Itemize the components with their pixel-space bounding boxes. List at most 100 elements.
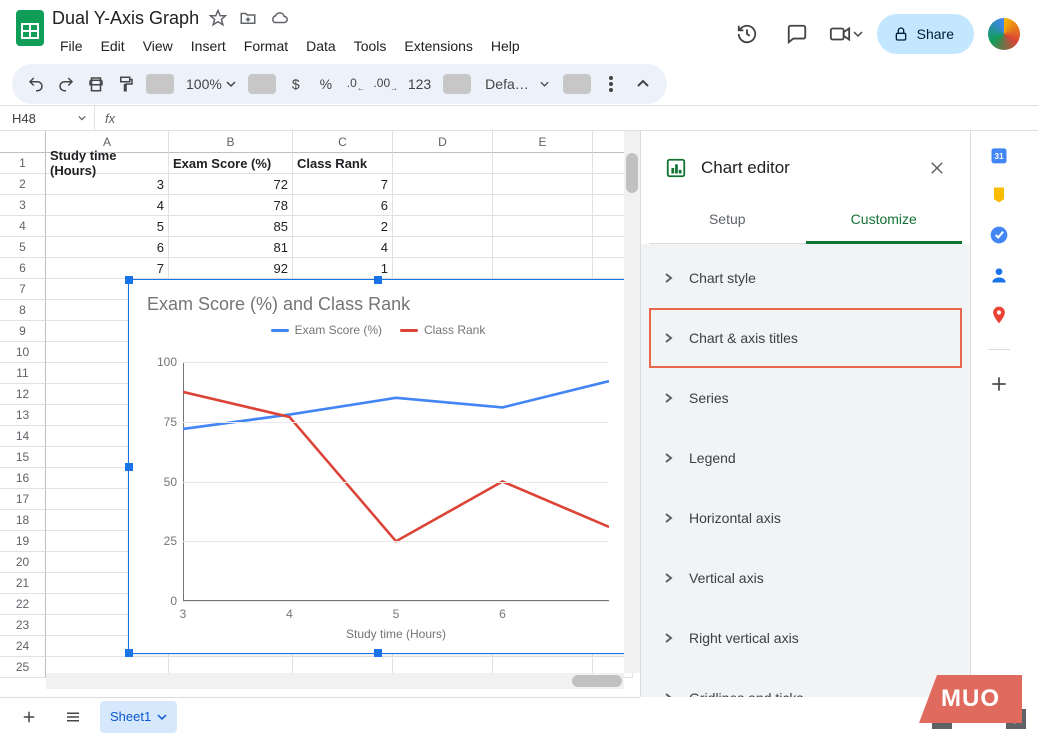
- more-formats-button[interactable]: 123: [402, 70, 437, 98]
- contacts-icon[interactable]: [989, 265, 1009, 285]
- customize-section[interactable]: Legend: [649, 428, 962, 488]
- row-header[interactable]: 25: [0, 657, 46, 678]
- vertical-scrollbar[interactable]: [624, 131, 640, 673]
- row-header[interactable]: 7: [0, 279, 46, 300]
- cell[interactable]: [393, 258, 493, 279]
- add-sheet-button[interactable]: [12, 700, 46, 734]
- cell[interactable]: 6: [293, 195, 393, 216]
- horizontal-scrollbar[interactable]: [46, 673, 624, 689]
- cell[interactable]: 7: [46, 258, 169, 279]
- cell[interactable]: 2: [293, 216, 393, 237]
- meet-icon[interactable]: [829, 16, 863, 52]
- row-header[interactable]: 19: [0, 531, 46, 552]
- name-box[interactable]: H48: [0, 106, 95, 130]
- cell[interactable]: [493, 174, 593, 195]
- row-header[interactable]: 2: [0, 174, 46, 195]
- cell[interactable]: 81: [169, 237, 293, 258]
- resize-handle[interactable]: [374, 649, 382, 657]
- row-header[interactable]: 1: [0, 153, 46, 174]
- cell[interactable]: [493, 216, 593, 237]
- resize-handle[interactable]: [125, 463, 133, 471]
- share-button[interactable]: Share: [877, 14, 974, 54]
- calendar-icon[interactable]: 31: [989, 145, 1009, 165]
- print-button[interactable]: [82, 70, 110, 98]
- star-icon[interactable]: [209, 9, 227, 27]
- customize-section[interactable]: Horizontal axis: [649, 488, 962, 548]
- embedded-chart[interactable]: Exam Score (%) and Class Rank Exam Score…: [128, 279, 628, 654]
- row-header[interactable]: 5: [0, 237, 46, 258]
- doc-title[interactable]: Dual Y-Axis Graph: [52, 8, 199, 29]
- cell[interactable]: 3: [46, 174, 169, 195]
- menu-file[interactable]: File: [52, 34, 91, 58]
- move-icon[interactable]: [239, 9, 257, 27]
- customize-section[interactable]: Chart style: [649, 248, 962, 308]
- tasks-icon[interactable]: [989, 225, 1009, 245]
- decimal-increase-button[interactable]: .00→: [372, 70, 400, 98]
- cell[interactable]: [493, 258, 593, 279]
- row-header[interactable]: 12: [0, 384, 46, 405]
- cell[interactable]: 4: [293, 237, 393, 258]
- col-header[interactable]: C: [293, 131, 393, 153]
- resize-handle[interactable]: [374, 276, 382, 284]
- menu-format[interactable]: Format: [236, 34, 296, 58]
- row-header[interactable]: 8: [0, 300, 46, 321]
- row-header[interactable]: 9: [0, 321, 46, 342]
- sheets-logo[interactable]: [8, 6, 52, 50]
- cell[interactable]: [393, 237, 493, 258]
- cell[interactable]: Class Rank: [293, 153, 393, 174]
- currency-button[interactable]: $: [282, 70, 310, 98]
- resize-handle[interactable]: [125, 276, 133, 284]
- row-header[interactable]: 15: [0, 447, 46, 468]
- close-icon[interactable]: [928, 159, 946, 177]
- paint-format-button[interactable]: [112, 70, 140, 98]
- customize-section[interactable]: Right vertical axis: [649, 608, 962, 668]
- row-header[interactable]: 18: [0, 510, 46, 531]
- row-header[interactable]: 14: [0, 426, 46, 447]
- cell[interactable]: 5: [46, 216, 169, 237]
- account-avatar[interactable]: [988, 18, 1020, 50]
- resize-handle[interactable]: [125, 649, 133, 657]
- row-header[interactable]: 6: [0, 258, 46, 279]
- cell[interactable]: 72: [169, 174, 293, 195]
- row-header[interactable]: 10: [0, 342, 46, 363]
- cell[interactable]: [393, 216, 493, 237]
- row-header[interactable]: 16: [0, 468, 46, 489]
- spreadsheet-grid[interactable]: ABCDE 1234567891011121314151617181920212…: [0, 131, 640, 697]
- tab-customize[interactable]: Customize: [806, 197, 963, 244]
- cell[interactable]: 7: [293, 174, 393, 195]
- menu-view[interactable]: View: [135, 34, 181, 58]
- customize-section[interactable]: Vertical axis: [649, 548, 962, 608]
- customize-section[interactable]: Chart & axis titles: [649, 308, 962, 368]
- menu-help[interactable]: Help: [483, 34, 528, 58]
- row-header[interactable]: 11: [0, 363, 46, 384]
- menu-extensions[interactable]: Extensions: [396, 34, 480, 58]
- row-header[interactable]: 20: [0, 552, 46, 573]
- row-header[interactable]: 3: [0, 195, 46, 216]
- row-header[interactable]: 13: [0, 405, 46, 426]
- decimal-decrease-button[interactable]: .0←: [342, 70, 370, 98]
- menu-edit[interactable]: Edit: [93, 34, 133, 58]
- collapse-toolbar-button[interactable]: [629, 70, 657, 98]
- select-all-corner[interactable]: [0, 131, 46, 153]
- cell[interactable]: 4: [46, 195, 169, 216]
- cell[interactable]: 78: [169, 195, 293, 216]
- row-header[interactable]: 24: [0, 636, 46, 657]
- cell[interactable]: Study time (Hours): [46, 153, 169, 174]
- cell[interactable]: Exam Score (%): [169, 153, 293, 174]
- keep-icon[interactable]: [989, 185, 1009, 205]
- redo-button[interactable]: [52, 70, 80, 98]
- row-header[interactable]: 23: [0, 615, 46, 636]
- tab-setup[interactable]: Setup: [649, 197, 806, 243]
- menu-insert[interactable]: Insert: [183, 34, 234, 58]
- cell[interactable]: [393, 153, 493, 174]
- col-header[interactable]: E: [493, 131, 593, 153]
- cloud-status-icon[interactable]: [269, 9, 289, 27]
- row-header[interactable]: 4: [0, 216, 46, 237]
- cell[interactable]: [493, 237, 593, 258]
- comments-icon[interactable]: [779, 16, 815, 52]
- undo-button[interactable]: [22, 70, 50, 98]
- all-sheets-button[interactable]: [56, 700, 90, 734]
- menu-tools[interactable]: Tools: [346, 34, 395, 58]
- history-icon[interactable]: [729, 16, 765, 52]
- cell[interactable]: 92: [169, 258, 293, 279]
